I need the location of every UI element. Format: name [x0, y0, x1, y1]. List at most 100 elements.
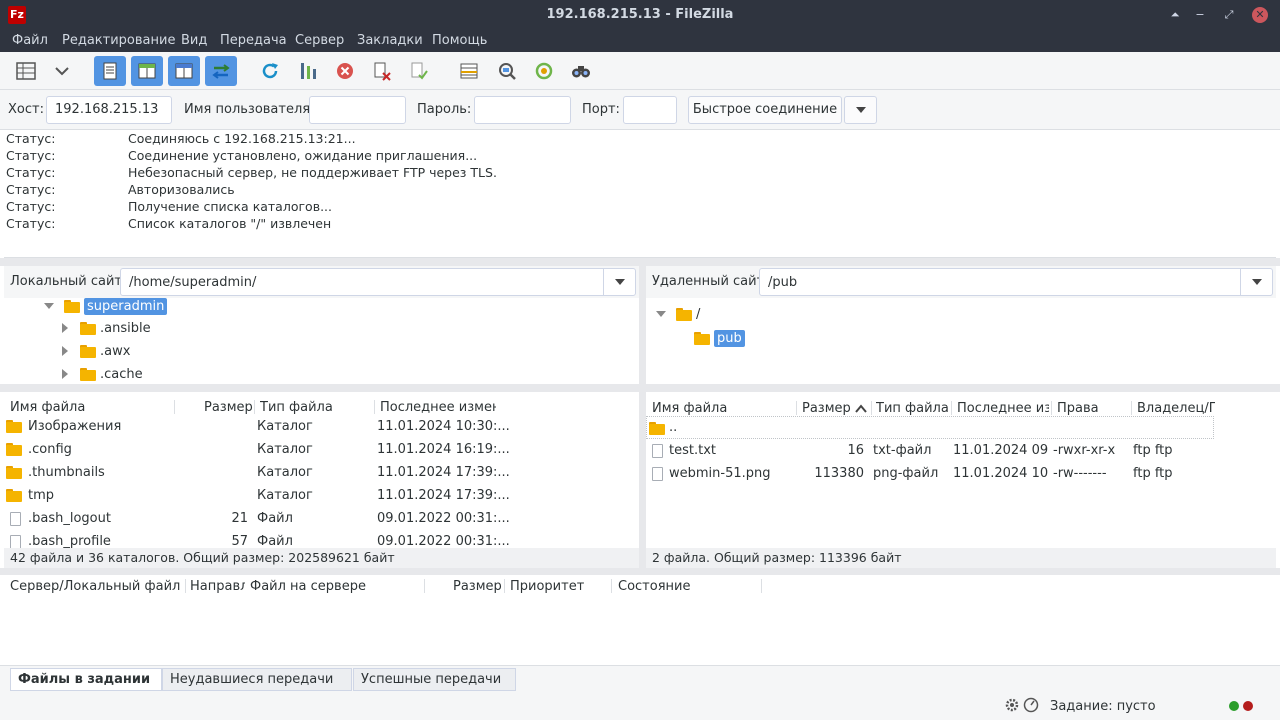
expanded-arrow-icon[interactable] [656, 309, 666, 319]
vertical-splitter[interactable] [639, 266, 646, 568]
remote-splitter[interactable] [646, 384, 1280, 392]
remote-path-combo[interactable]: /pub [759, 268, 1273, 296]
remote-site-bar: Удаленный сайт: /pub [646, 266, 1276, 298]
column-owner[interactable]: Владелец/Гр [1137, 401, 1215, 416]
chevron-down-icon[interactable] [1240, 269, 1272, 295]
synchronized-browsing-icon[interactable] [528, 56, 560, 86]
search-icon[interactable] [565, 56, 597, 86]
site-manager-dropdown-icon[interactable] [46, 56, 78, 86]
tab-successful-transfers[interactable]: Успешные передачи [353, 668, 516, 691]
tab-failed-transfers[interactable]: Неудавшиеся передачи [162, 668, 352, 691]
tree-node-root[interactable]: / [656, 304, 700, 324]
shade-window-button[interactable]: ⏶ [1167, 7, 1183, 23]
table-row[interactable]: .config Каталог 11.01.2024 16:19:... [4, 438, 639, 461]
tab-queued-files[interactable]: Файлы в задании [10, 668, 162, 691]
menu-bookmarks[interactable]: Закладки [357, 33, 423, 48]
folder-icon [80, 367, 96, 381]
quickconnect-history-dropdown[interactable] [844, 96, 877, 124]
speed-limit-icon[interactable] [1023, 697, 1039, 713]
chevron-down-icon[interactable] [603, 269, 635, 295]
tree-node-awx[interactable]: .awx [60, 341, 130, 361]
compare-directories-icon[interactable] [491, 56, 523, 86]
column-type[interactable]: Тип файла [876, 401, 949, 416]
expanded-arrow-icon[interactable] [44, 301, 54, 311]
menu-file[interactable]: Файл [12, 33, 48, 48]
local-path-combo[interactable]: /home/superadmin/ [120, 268, 636, 296]
maximize-window-button[interactable]: ⤢ [1221, 7, 1237, 23]
status-bar: Задание: пусто [0, 691, 1280, 720]
splitter[interactable] [0, 258, 1280, 266]
close-window-button[interactable]: ✕ [1252, 7, 1268, 23]
disconnect-icon[interactable] [366, 56, 398, 86]
folder-icon [6, 443, 22, 456]
transfer-queue-toggle-icon[interactable] [205, 56, 237, 86]
tree-node-superadmin[interactable]: superadmin [44, 298, 168, 316]
port-input[interactable] [623, 96, 677, 124]
local-site-bar: Локальный сайт: /home/superadmin/ [4, 266, 639, 298]
cancel-operation-icon[interactable] [329, 56, 361, 86]
host-input[interactable]: 192.168.215.13 [46, 96, 172, 124]
title-bar: Fz 192.168.215.13 - FileZilla ⏶ − ⤢ ✕ [0, 0, 1280, 30]
menu-help[interactable]: Помощь [432, 33, 487, 48]
menu-server[interactable]: Сервер [295, 33, 344, 48]
column-filename[interactable]: Имя файла [652, 401, 727, 416]
remote-file-list: Имя файла Размер Тип файла Последнее изм… [646, 392, 1276, 548]
folder-icon [6, 420, 22, 433]
table-row[interactable]: .bash_logout 21 Файл 09.01.2022 00:31:..… [4, 507, 639, 530]
main-toolbar [0, 52, 1280, 90]
queue-tabs: Файлы в задании Неудавшиеся передачи Усп… [0, 665, 1280, 691]
menu-view[interactable]: Вид [181, 33, 207, 48]
table-row[interactable]: Изображения Каталог 11.01.2024 10:30:... [4, 415, 639, 438]
directory-filter-icon[interactable] [453, 56, 485, 86]
column-filename[interactable]: Имя файла [10, 400, 85, 415]
site-manager-icon[interactable] [10, 56, 42, 86]
username-input[interactable] [309, 96, 406, 124]
collapsed-arrow-icon[interactable] [60, 369, 70, 379]
minimize-window-button[interactable]: − [1192, 7, 1208, 23]
column-modified[interactable]: Последнее изм [957, 401, 1049, 416]
queue-splitter[interactable] [0, 568, 1280, 575]
table-row[interactable]: webmin-51.png 113380 png-файл 11.01.2024… [646, 462, 1276, 485]
column-priority[interactable]: Приоритет [510, 579, 584, 594]
column-size[interactable]: Размер [453, 579, 502, 594]
folder-icon [6, 489, 22, 502]
table-row[interactable]: .thumbnails Каталог 11.01.2024 17:39:... [4, 461, 639, 484]
table-row[interactable]: test.txt 16 txt-файл 11.01.2024 09... -r… [646, 439, 1276, 462]
local-tree-toggle-icon[interactable] [131, 56, 163, 86]
tree-node-ansible[interactable]: .ansible [60, 318, 151, 338]
table-row[interactable]: tmp Каталог 11.01.2024 17:39:... [4, 484, 639, 507]
column-status[interactable]: Состояние [618, 579, 690, 594]
collapsed-arrow-icon[interactable] [60, 323, 70, 333]
chevron-down-icon [855, 107, 866, 113]
sort-ascending-icon [855, 404, 867, 413]
gear-icon[interactable] [1004, 697, 1020, 713]
transfer-queue: Сервер/Локальный файл Направл Файл на се… [4, 575, 1276, 665]
tree-node-cache[interactable]: .cache [60, 364, 143, 384]
reconnect-icon[interactable] [403, 56, 435, 86]
column-type[interactable]: Тип файла [260, 400, 333, 415]
column-server-local-file[interactable]: Сервер/Локальный файл [10, 579, 180, 594]
quickconnect-button[interactable]: Быстрое соединение [688, 96, 842, 124]
column-permissions[interactable]: Права [1057, 401, 1099, 416]
refresh-icon[interactable] [254, 56, 286, 86]
message-log-toggle-icon[interactable] [94, 56, 126, 86]
remote-tree-toggle-icon[interactable] [168, 56, 200, 86]
menu-edit[interactable]: Редактирование [62, 33, 175, 48]
password-input[interactable] [474, 96, 571, 124]
column-direction[interactable]: Направл [190, 579, 245, 594]
tree-node-pub[interactable]: pub [694, 328, 745, 348]
file-icon [10, 512, 21, 526]
menu-bar: Файл Редактирование Вид Передача Сервер … [0, 30, 1280, 52]
table-row[interactable]: .bash_profile 57 Файл 09.01.2022 00:31:.… [4, 530, 639, 548]
collapsed-arrow-icon[interactable] [60, 346, 70, 356]
port-label: Порт: [582, 102, 620, 117]
column-modified[interactable]: Последнее измене [380, 400, 496, 415]
remote-path: /pub [768, 275, 798, 290]
column-size[interactable]: Размер [802, 401, 851, 416]
table-row-parent[interactable]: .. [646, 416, 1214, 439]
column-size[interactable]: Размер [204, 400, 253, 415]
process-queue-icon[interactable] [292, 56, 324, 86]
column-remote-file[interactable]: Файл на сервере [250, 579, 366, 594]
menu-transfer[interactable]: Передача [220, 33, 287, 48]
local-splitter[interactable] [0, 384, 639, 392]
